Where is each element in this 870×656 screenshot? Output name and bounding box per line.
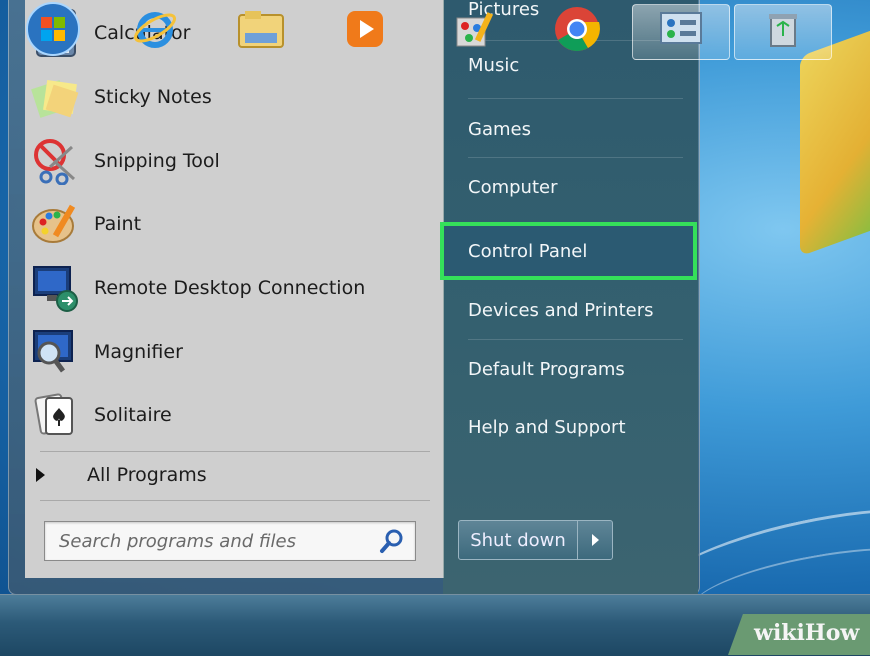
menu-item-computer[interactable]: Computer <box>452 164 692 210</box>
internet-explorer-icon <box>132 6 178 56</box>
menu-item-label: Computer <box>468 176 558 198</box>
divider <box>468 98 683 99</box>
menu-item-games[interactable]: Games <box>452 106 692 152</box>
program-label: Sticky Notes <box>94 86 212 108</box>
shutdown-button[interactable]: Shut down <box>458 520 578 560</box>
paint-app-icon <box>451 6 499 56</box>
program-snipping-tool[interactable]: Snipping Tool <box>30 130 430 192</box>
menu-item-devices-printers[interactable]: Devices and Printers <box>452 287 692 333</box>
file-explorer-icon <box>235 7 287 55</box>
recycle-app-icon <box>763 10 803 54</box>
magnifier-icon <box>30 326 82 378</box>
control-panel-icon <box>658 10 704 54</box>
program-remote-desktop[interactable]: Remote Desktop Connection <box>30 257 430 319</box>
program-label: Solitaire <box>94 404 172 426</box>
arrow-right-icon <box>591 534 599 546</box>
watermark-text: wikiHow <box>754 620 860 646</box>
divider <box>40 500 430 501</box>
program-sticky-notes[interactable]: Sticky Notes <box>30 66 430 128</box>
program-solitaire[interactable]: Solitaire <box>30 384 430 446</box>
search-input[interactable] <box>57 526 371 556</box>
taskbar-internet-explorer[interactable] <box>120 4 190 58</box>
sticky-notes-icon <box>30 71 82 123</box>
menu-item-control-panel[interactable]: Control Panel <box>440 222 697 280</box>
program-paint[interactable]: Paint <box>30 193 430 255</box>
divider <box>468 157 683 158</box>
program-label: Remote Desktop Connection <box>94 277 366 299</box>
program-magnifier[interactable]: Magnifier <box>30 321 430 383</box>
arrow-right-icon <box>36 468 45 482</box>
menu-item-label: Devices and Printers <box>468 299 654 321</box>
menu-item-label: Control Panel <box>468 240 588 262</box>
search-icon[interactable] <box>379 528 405 554</box>
divider <box>40 451 430 452</box>
taskbar-file-explorer[interactable] <box>226 4 296 58</box>
all-programs-button[interactable]: All Programs <box>36 455 207 495</box>
paint-icon <box>30 198 82 250</box>
taskbar-paint[interactable] <box>440 4 510 58</box>
menu-item-help-support[interactable]: Help and Support <box>452 404 692 450</box>
snipping-tool-icon <box>30 135 82 187</box>
taskbar-media-player[interactable] <box>330 4 400 58</box>
menu-item-default-programs[interactable]: Default Programs <box>452 346 692 392</box>
program-label: Snipping Tool <box>94 150 220 172</box>
solitaire-icon <box>30 389 82 441</box>
remote-desktop-icon <box>30 262 82 314</box>
search-box <box>44 521 416 561</box>
menu-item-label: Games <box>468 118 531 140</box>
menu-item-label: Default Programs <box>468 358 625 380</box>
menu-item-label: Help and Support <box>468 416 626 438</box>
taskbar-recycle-app[interactable] <box>734 4 832 60</box>
shutdown-options-button[interactable] <box>577 520 613 560</box>
start-button[interactable] <box>18 2 88 58</box>
chrome-icon <box>552 4 602 58</box>
taskbar-chrome[interactable] <box>542 4 612 58</box>
media-player-icon <box>343 7 387 55</box>
start-orb-icon <box>24 0 82 62</box>
taskbar-control-panel[interactable] <box>632 4 730 60</box>
program-label: Paint <box>94 213 142 235</box>
divider <box>468 339 683 340</box>
wikihow-watermark: wikiHow <box>728 614 870 655</box>
program-label: Magnifier <box>94 341 183 363</box>
all-programs-label: All Programs <box>87 464 207 486</box>
